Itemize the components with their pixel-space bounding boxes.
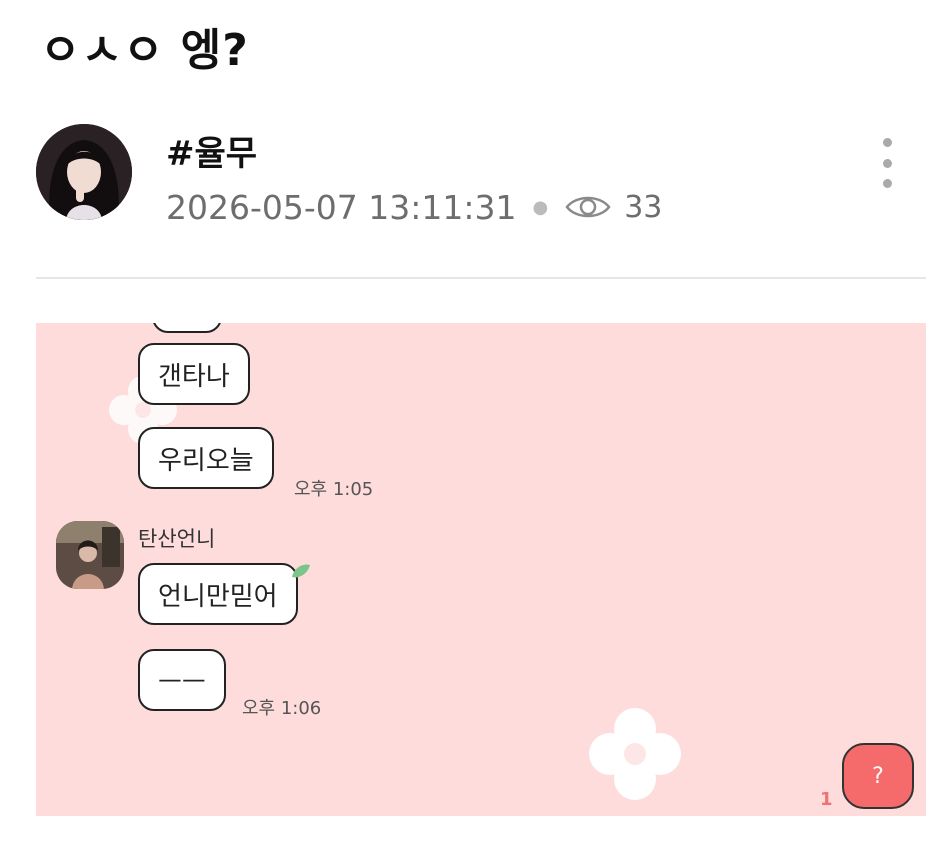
chat-screenshot: 갠타나 우리오늘 오후 1:05 탄산언니 언니만믿어 ㅡㅡ 오후 1:06 1… (36, 323, 926, 816)
sender-avatar-image (56, 521, 124, 589)
sender-name: 탄산언니 (138, 527, 216, 551)
unread-count: 1 (820, 789, 833, 810)
post-meta: 2026-05-07 13:11:31 ● 33 (166, 186, 662, 228)
message-text: ㅡㅡ (158, 667, 206, 698)
post-title: ㅇㅅㅇ 엥? (40, 25, 249, 76)
leaf-icon (292, 564, 310, 578)
header-divider (36, 277, 926, 279)
author-avatar-image (36, 124, 132, 220)
message-bubble[interactable]: 언니만믿어 (138, 563, 298, 625)
sender-avatar[interactable] (56, 521, 124, 589)
message-text: 우리오늘 (158, 445, 254, 476)
post-datetime: 2026-05-07 13:11:31 (166, 187, 517, 227)
message-time: 오후 1:06 (242, 698, 322, 719)
my-message-text: ? (872, 763, 884, 789)
meta-separator: ● (532, 196, 549, 218)
author-name[interactable]: #율무 (166, 126, 257, 175)
message-text: 언니만믿어 (158, 581, 278, 612)
view-count: 33 (624, 189, 663, 225)
message-bubble[interactable]: 갠타나 (138, 343, 250, 405)
eye-icon (565, 196, 611, 218)
message-time: 오후 1:05 (294, 479, 374, 500)
message-bubble[interactable]: ㅡㅡ (138, 649, 226, 711)
flower-icon (589, 708, 681, 800)
message-text: 갠타나 (158, 361, 230, 392)
more-options-icon[interactable] (872, 138, 902, 188)
message-bubble[interactable]: 우리오늘 (138, 427, 274, 489)
my-message-bubble[interactable]: ? (842, 743, 914, 809)
message-bubble (152, 323, 222, 333)
author-avatar[interactable] (36, 124, 132, 220)
